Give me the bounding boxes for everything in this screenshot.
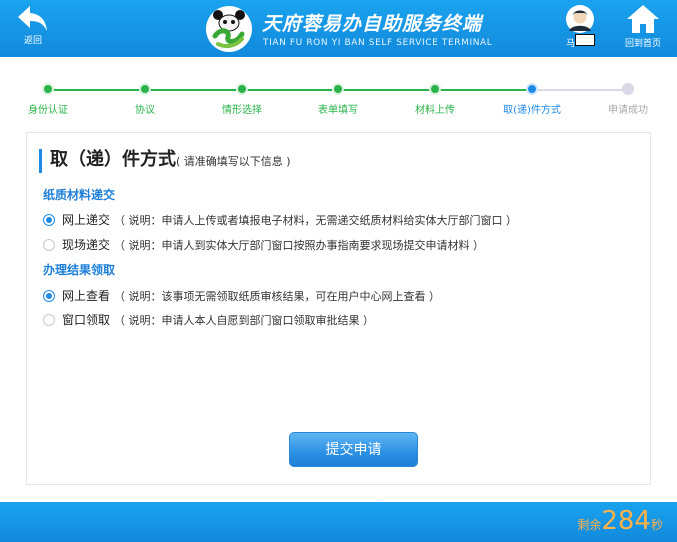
step-success: 申请成功 — [588, 80, 668, 116]
step-label: 表单填写 — [318, 105, 358, 116]
home-button[interactable]: 回到首页 — [618, 4, 668, 52]
step-label: 申请成功 — [608, 105, 648, 116]
step-dot — [332, 83, 344, 95]
step-dot — [622, 83, 634, 95]
option-label: 现场递交 — [62, 238, 111, 252]
panda-logo-icon — [206, 6, 252, 52]
countdown-prefix: 剩余 — [577, 518, 602, 532]
app-title: 天府蓉易办自助服务终端 — [262, 13, 483, 35]
step-situation: 情形选择 — [202, 80, 282, 116]
option-label: 网上查看 — [62, 289, 111, 303]
section-result-pickup-title: 办理结果领取 — [43, 263, 116, 277]
step-label: 情形选择 — [222, 105, 262, 116]
step-dot — [139, 83, 151, 95]
page-title-text: 取（递）件方式 — [50, 149, 176, 170]
page-title: 取（递）件方式( 请准确填写以下信息 ) — [39, 149, 291, 173]
back-button[interactable]: 返回 — [10, 4, 56, 50]
back-label: 返回 — [23, 36, 42, 46]
user-avatar-icon — [566, 5, 594, 33]
step-agreement: 协议 — [105, 80, 185, 116]
home-label: 回到首页 — [624, 39, 661, 49]
step-delivery-method: 取(递)件方式 — [492, 80, 572, 116]
option-online-submit[interactable]: 网上递交 （ 说明：申请人上传或者填报电子材料，无需递交纸质材料给实体大厅部门窗… — [43, 211, 517, 228]
radio-online-submit[interactable] — [43, 213, 55, 226]
option-desc: （ 说明：该事项无需领取纸质审核结果，可在用户中心网上查看 ） — [114, 289, 441, 303]
top-header: 返回 天府蓉易办自助服务终端 TIAN FU RON YI BAN SELF S… — [0, 0, 677, 57]
radio-onsite-submit[interactable] — [43, 238, 55, 251]
user-name-redaction — [575, 34, 595, 46]
step-dot — [429, 83, 441, 95]
option-view-online[interactable]: 网上查看 （ 说明：该事项无需领取纸质审核结果，可在用户中心网上查看 ） — [43, 287, 440, 304]
step-upload: 材料上传 — [395, 80, 475, 116]
submit-button[interactable]: 提交申请 — [289, 432, 418, 467]
back-arrow-icon — [18, 6, 47, 31]
radio-view-online[interactable] — [43, 289, 55, 302]
option-desc: （ 说明：申请人到实体大厅部门窗口按照办事指南要求现场提交申请材料 ） — [114, 238, 485, 252]
page-title-hint: ( 请准确填写以下信息 ) — [176, 155, 291, 168]
step-label: 材料上传 — [415, 105, 455, 116]
step-dot — [42, 83, 54, 95]
option-label: 网上递交 — [62, 213, 111, 227]
home-icon — [627, 5, 659, 33]
step-identity: 身份认证 — [8, 80, 88, 116]
step-label: 协议 — [135, 105, 155, 116]
app-subtitle: TIAN FU RON YI BAN SELF SERVICE TERMINAL — [263, 38, 493, 48]
step-label: 身份认证 — [28, 105, 68, 116]
step-dot — [526, 83, 538, 95]
radio-window-pickup[interactable] — [43, 313, 55, 326]
step-label: 取(递)件方式 — [503, 105, 561, 116]
main-card: 取（递）件方式( 请准确填写以下信息 ) 纸质材料递交 网上递交 （ 说明：申请… — [26, 132, 651, 485]
progress-stepper: 身份认证 协议 情形选择 表单填写 材料上传 取(递)件方式 申请成功 — [0, 80, 677, 116]
option-onsite-submit[interactable]: 现场递交 （ 说明：申请人到实体大厅部门窗口按照办事指南要求现场提交申请材料 ） — [43, 236, 484, 253]
option-desc: （ 说明：申请人本人自愿到部门窗口领取审批结果 ） — [114, 313, 375, 327]
bottom-bar: 剩余284秒 — [0, 502, 677, 542]
step-form: 表单填写 — [298, 80, 378, 116]
option-window-pickup[interactable]: 窗口领取 （ 说明：申请人本人自愿到部门窗口领取审批结果 ） — [43, 311, 374, 328]
countdown-value: 284 — [601, 506, 651, 536]
user-name: 马 — [566, 39, 576, 49]
step-dot — [236, 83, 248, 95]
countdown-timer: 剩余284秒 — [577, 506, 663, 536]
countdown-suffix: 秒 — [650, 518, 663, 532]
option-label: 窗口领取 — [62, 313, 111, 327]
option-desc: （ 说明：申请人上传或者填报电子材料，无需递交纸质材料给实体大厅部门窗口 ） — [114, 213, 518, 227]
section-paper-submission-title: 纸质材料递交 — [43, 188, 116, 202]
